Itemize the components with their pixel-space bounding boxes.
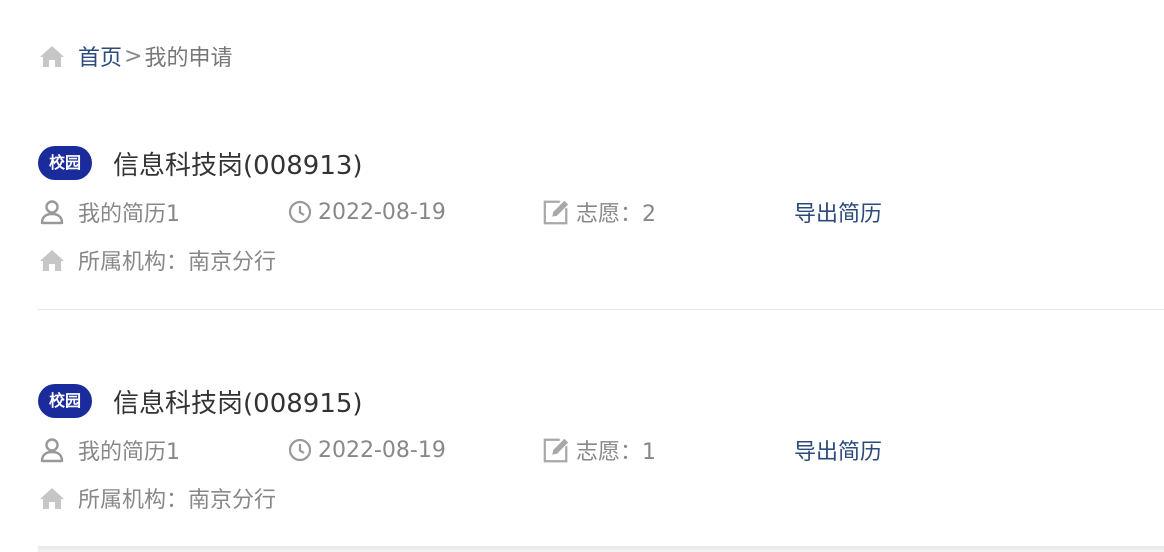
choice-order: 志愿：1 — [576, 440, 656, 465]
job-title[interactable]: 信息科技岗(008913) — [113, 145, 363, 182]
choice-info: 志愿：1 — [542, 426, 656, 474]
resume-info: 我的简历1 — [38, 188, 180, 236]
organization-info: 所属机构：南京分行 — [38, 236, 276, 284]
breadcrumb-separator: > — [124, 43, 143, 69]
campus-tag: 校园 — [38, 384, 93, 418]
resume-name: 我的简历1 — [78, 202, 180, 227]
organization-row: 所属机构：南京分行 — [38, 236, 1164, 284]
resume-info: 我的简历1 — [38, 426, 180, 474]
export-resume-link[interactable]: 导出简历 — [794, 188, 882, 236]
apply-date-info: 2022-08-19 — [286, 188, 446, 236]
organization-name: 所属机构：南京分行 — [78, 250, 277, 275]
organization-info: 所属机构：南京分行 — [38, 474, 276, 522]
divider — [38, 546, 1164, 552]
edit-icon — [542, 198, 570, 226]
apply-date: 2022-08-19 — [318, 437, 446, 463]
application-header: 校园 信息科技岗(008913) — [38, 138, 1164, 188]
clock-icon — [286, 436, 314, 464]
resume-name: 我的简历1 — [78, 440, 180, 465]
page: 首页 > 我的申请 校园 信息科技岗(008913) 我的简历1 2022-08… — [0, 0, 1164, 552]
breadcrumb: 首页 > 我的申请 — [38, 40, 232, 72]
application-meta-row: 我的简历1 2022-08-19 志愿：2 导出简历 — [38, 188, 1164, 236]
choice-info: 志愿：2 — [542, 188, 656, 236]
application-card: 校园 信息科技岗(008913) 我的简历1 2022-08-19 志愿：2 导… — [38, 138, 1164, 284]
edit-icon — [542, 436, 570, 464]
application-meta-row: 我的简历1 2022-08-19 志愿：1 导出简历 — [38, 426, 1164, 474]
organization-name: 所属机构：南京分行 — [78, 488, 277, 513]
clock-icon — [286, 198, 314, 226]
apply-date: 2022-08-19 — [318, 199, 446, 225]
choice-order: 志愿：2 — [576, 202, 656, 227]
divider — [38, 309, 1164, 310]
user-icon — [38, 198, 66, 226]
application-card: 校园 信息科技岗(008915) 我的简历1 2022-08-19 志愿：1 导… — [38, 376, 1164, 522]
export-resume-link[interactable]: 导出简历 — [794, 426, 882, 474]
job-title[interactable]: 信息科技岗(008915) — [113, 383, 363, 420]
breadcrumb-current: 我的申请 — [144, 46, 233, 71]
organization-row: 所属机构：南京分行 — [38, 474, 1164, 522]
breadcrumb-home-link[interactable]: 首页 — [78, 40, 122, 72]
user-icon — [38, 436, 66, 464]
home-icon — [38, 484, 66, 512]
apply-date-info: 2022-08-19 — [286, 426, 446, 474]
home-icon — [38, 246, 66, 274]
home-icon — [38, 42, 66, 70]
campus-tag: 校园 — [38, 146, 93, 180]
application-header: 校园 信息科技岗(008915) — [38, 376, 1164, 426]
